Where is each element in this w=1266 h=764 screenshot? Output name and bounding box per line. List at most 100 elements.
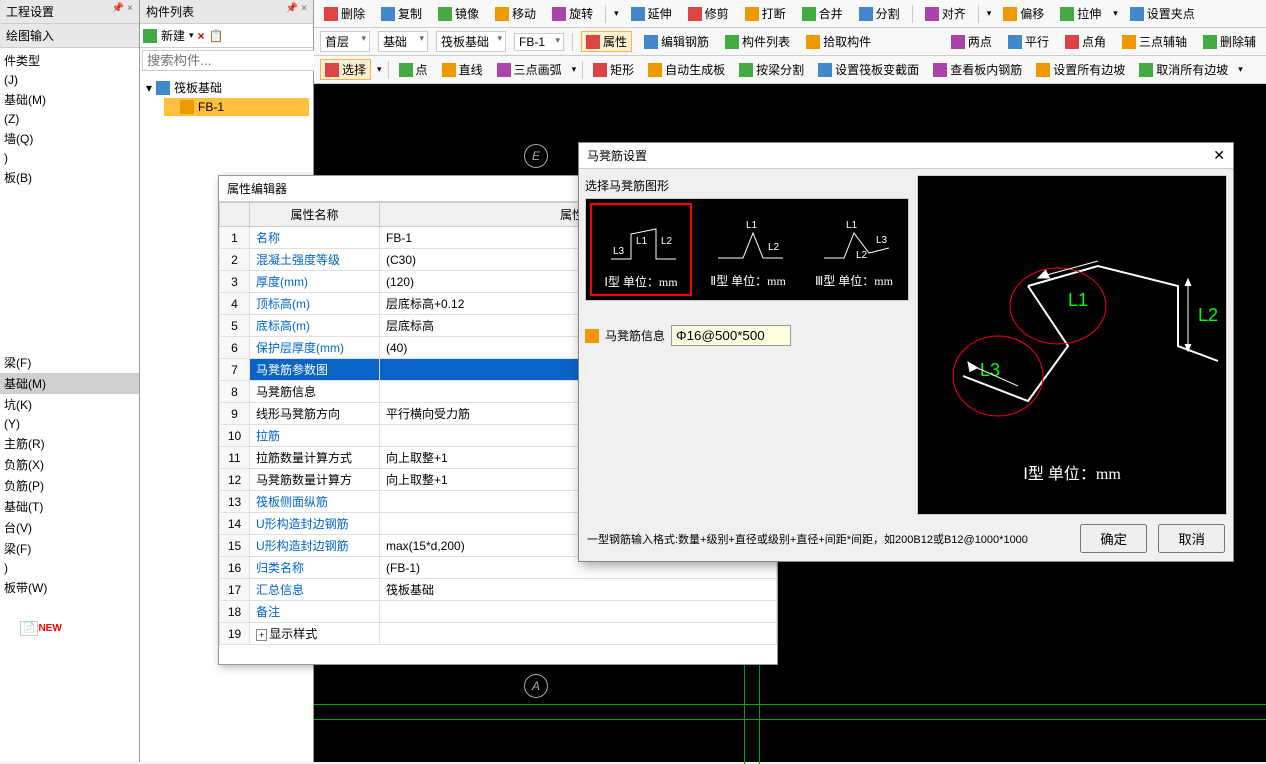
footer-hint: 一型钢筋输入格式:数量+级别+直径或级别+直径+间距*间距，如200B12或B1…	[587, 531, 1028, 547]
category-item[interactable]: (Y)	[0, 415, 139, 433]
col-name: 属性名称	[250, 203, 380, 227]
category-item[interactable]: 基础(M)	[0, 89, 139, 110]
stirrup-dialog: 马凳筋设置 ✕ 选择马凳筋图形 L1L2L3Ⅰ型 单位：mmL1L2Ⅱ型 单位：…	[578, 142, 1234, 562]
search-input[interactable]	[142, 50, 315, 71]
prop-row-19[interactable]: 19+显示样式	[220, 623, 777, 645]
draw-查看板内钢筋[interactable]: 查看板内钢筋	[929, 60, 1026, 79]
prop-row-17[interactable]: 17汇总信息筏板基础	[220, 579, 777, 601]
category-item[interactable]: 负筋(P)	[0, 475, 139, 496]
pin-icon[interactable]: 📌 ×	[286, 3, 307, 20]
btn-拾取构件[interactable]: 拾取构件	[802, 32, 875, 51]
copy-button[interactable]: 📋	[209, 29, 224, 43]
category-item[interactable]: )	[0, 149, 139, 167]
aux-两点[interactable]: 两点	[947, 32, 996, 51]
svg-text:L3: L3	[613, 246, 625, 257]
toolbar-镜像[interactable]: 镜像	[434, 4, 483, 23]
toolbar-edit: 删除复制镜像移动旋转▾延伸修剪打断合并分割对齐▾偏移拉伸▾设置夹点	[314, 0, 1266, 28]
toolbar-draw: 选择▾点直线三点画弧▾矩形自动生成板按梁分割设置筏板变截面查看板内钢筋设置所有边…	[314, 56, 1266, 84]
category-item[interactable]: 梁(F)	[0, 352, 139, 373]
svg-text:L1: L1	[636, 236, 648, 247]
close-icon[interactable]: ✕	[1213, 147, 1225, 164]
draw-设置筏板变截面[interactable]: 设置筏板变截面	[814, 60, 923, 79]
svg-text:L3: L3	[876, 235, 888, 246]
combo-筏板基础[interactable]: 筏板基础	[436, 31, 506, 52]
category-item[interactable]: 负筋(X)	[0, 454, 139, 475]
new-button[interactable]: 新建	[161, 27, 185, 44]
panel-title-project: 工程设置 📌 ×	[0, 0, 139, 24]
btn-编辑钢筋[interactable]: 编辑钢筋	[640, 32, 713, 51]
btn-属性[interactable]: 属性	[581, 31, 632, 52]
draw-选择[interactable]: 选择	[320, 59, 371, 80]
info-input[interactable]	[671, 325, 791, 346]
category-list-2: 梁(F)基础(M)坑(K)(Y)主筋(R)负筋(X)负筋(P)基础(T)台(V)…	[0, 350, 139, 600]
toolbar-偏移[interactable]: 偏移	[999, 4, 1048, 23]
draw-自动生成板[interactable]: 自动生成板	[644, 60, 729, 79]
category-item[interactable]: 板(B)	[0, 167, 139, 188]
toolbar-设置夹点[interactable]: 设置夹点	[1126, 4, 1199, 23]
project-settings-label: 工程设置	[6, 3, 54, 20]
category-item[interactable]: )	[0, 559, 139, 577]
draw-设置所有边坡[interactable]: 设置所有边坡	[1032, 60, 1129, 79]
new-icon[interactable]	[143, 29, 157, 43]
toolbar-分割[interactable]: 分割	[855, 4, 904, 23]
category-item[interactable]: 主筋(R)	[0, 433, 139, 454]
combo-FB-1[interactable]: FB-1	[514, 33, 564, 51]
col-num	[220, 203, 250, 227]
toolbar-拉伸[interactable]: 拉伸	[1056, 4, 1105, 23]
draw-三点画弧[interactable]: 三点画弧	[493, 60, 566, 79]
aux-点角[interactable]: 点角	[1061, 32, 1110, 51]
category-item[interactable]: (J)	[0, 71, 139, 89]
category-item[interactable]: 基础(T)	[0, 496, 139, 517]
aux-三点辅轴[interactable]: 三点辅轴	[1118, 32, 1191, 51]
label-l2: L2	[1198, 305, 1218, 325]
draw-直线[interactable]: 直线	[438, 60, 487, 79]
draw-点[interactable]: 点	[395, 60, 432, 79]
btn-构件列表[interactable]: 构件列表	[721, 32, 794, 51]
prop-row-18[interactable]: 18备注	[220, 601, 777, 623]
label-l1: L1	[1068, 290, 1088, 310]
ok-button[interactable]: 确定	[1080, 524, 1147, 553]
tree-item-fb1[interactable]: FB-1	[164, 98, 309, 116]
component-icon	[180, 100, 194, 114]
info-icon	[585, 329, 599, 343]
delete-button[interactable]: ×	[198, 29, 205, 43]
draw-矩形[interactable]: 矩形	[589, 60, 638, 79]
cancel-button[interactable]: 取消	[1158, 524, 1225, 553]
toolbar-修剪[interactable]: 修剪	[684, 4, 733, 23]
preview-label: Ⅰ型 单位：mm	[918, 460, 1226, 484]
combo-首层[interactable]: 首层	[320, 31, 370, 52]
category-item[interactable]: 梁(F)	[0, 538, 139, 559]
category-item[interactable]: (Z)	[0, 110, 139, 128]
type-option-3[interactable]: L1L3L2Ⅲ型 单位：mm	[804, 203, 904, 296]
toolbar-移动[interactable]: 移动	[491, 4, 540, 23]
category-item[interactable]: 件类型	[0, 50, 139, 71]
left-panel: 工程设置 📌 × 绘图输入 件类型(J)基础(M)(Z)墙(Q))板(B) 梁(…	[0, 0, 140, 762]
toolbar-对齐[interactable]: 对齐	[921, 4, 970, 23]
toolbar-延伸[interactable]: 延伸	[627, 4, 676, 23]
aux-删除辅[interactable]: 删除辅	[1199, 32, 1260, 51]
category-item[interactable]: 坑(K)	[0, 394, 139, 415]
toolbar-合并[interactable]: 合并	[798, 4, 847, 23]
draw-按梁分割[interactable]: 按梁分割	[735, 60, 808, 79]
toolbar-旋转[interactable]: 旋转	[548, 4, 597, 23]
combo-基础[interactable]: 基础	[378, 31, 428, 52]
type-option-2[interactable]: L1L2Ⅱ型 单位：mm	[698, 203, 798, 296]
dialog-footer: 一型钢筋输入格式:数量+级别+直径或级别+直径+间距*间距，如200B12或B1…	[587, 524, 1225, 553]
tree-root[interactable]: ▾ 筏板基础	[144, 77, 309, 98]
axis-mark-e: E	[524, 144, 548, 168]
category-item[interactable]: 台(V)	[0, 517, 139, 538]
type-option-1[interactable]: L1L2L3Ⅰ型 单位：mm	[590, 203, 692, 296]
info-row: 马凳筋信息	[585, 325, 909, 346]
draw-取消所有边坡[interactable]: 取消所有边坡	[1135, 60, 1232, 79]
svg-text:L1: L1	[746, 220, 758, 231]
pin-icon[interactable]: 📌 ×	[112, 3, 133, 20]
panel-title-draw[interactable]: 绘图输入	[0, 24, 139, 48]
toolbar-复制[interactable]: 复制	[377, 4, 426, 23]
toolbar-打断[interactable]: 打断	[741, 4, 790, 23]
dialog-titlebar: 马凳筋设置 ✕	[579, 143, 1233, 169]
aux-平行[interactable]: 平行	[1004, 32, 1053, 51]
toolbar-删除[interactable]: 删除	[320, 4, 369, 23]
category-item[interactable]: 板带(W)	[0, 577, 139, 598]
category-item[interactable]: 墙(Q)	[0, 128, 139, 149]
category-item[interactable]: 基础(M)	[0, 373, 139, 394]
